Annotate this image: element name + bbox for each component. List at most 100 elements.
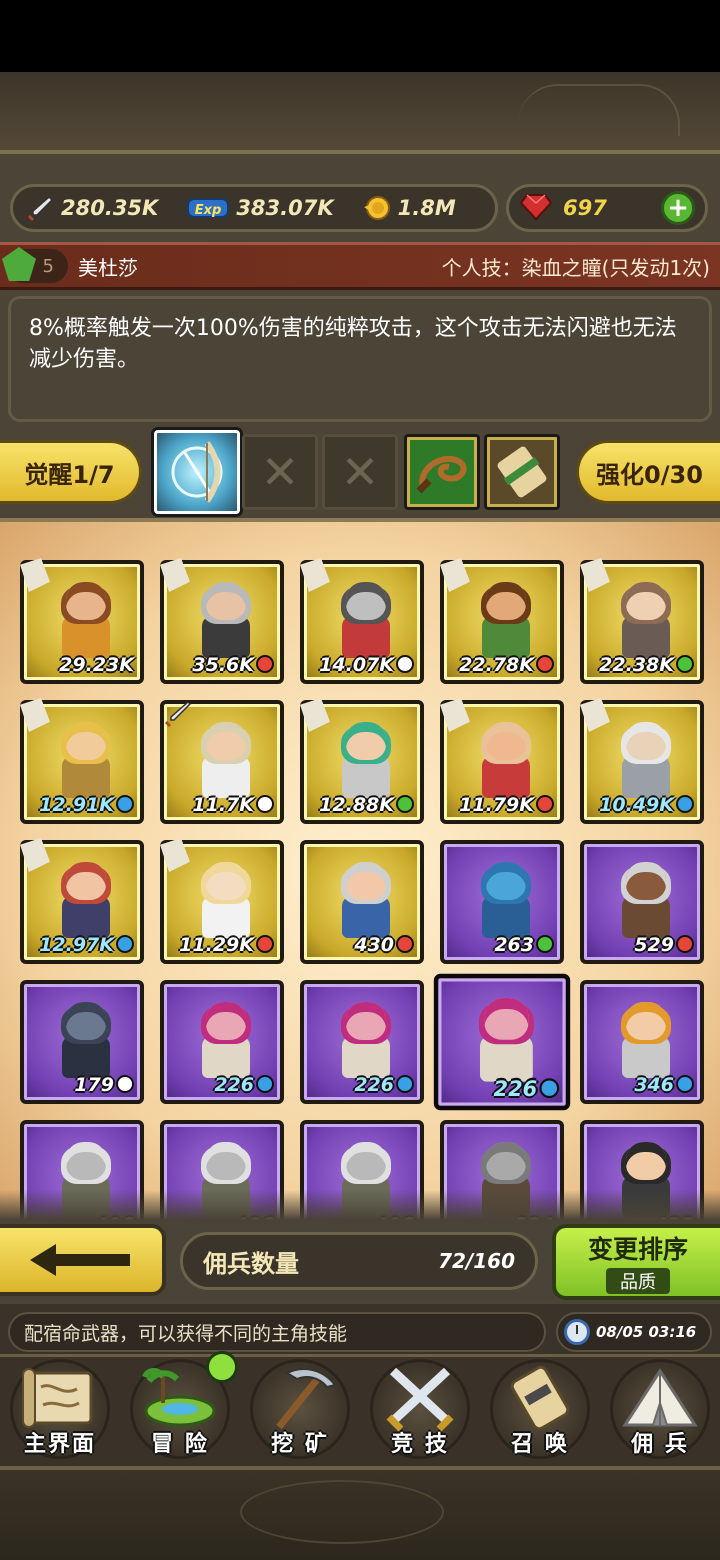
whip-item-slot[interactable] xyxy=(404,434,480,510)
mercenary-card[interactable]: 12.91K xyxy=(20,698,144,824)
exp-icon: Exp xyxy=(186,193,230,223)
mercenary-power: 12.97K xyxy=(39,934,134,956)
mercenary-portrait xyxy=(478,582,534,660)
x-icon: ✕ xyxy=(340,445,380,499)
nav-arena[interactable]: 竞 技 xyxy=(360,1357,480,1466)
x-icon: ✕ xyxy=(260,445,300,499)
mercenary-power: 12.88K xyxy=(319,794,414,816)
class-badge-icon xyxy=(676,1075,694,1093)
class-badge-icon xyxy=(256,655,274,673)
empty-slot-2[interactable]: ✕ xyxy=(322,434,398,510)
class-badge-icon xyxy=(536,935,554,953)
flag-icon xyxy=(580,558,610,592)
empty-slot-1[interactable]: ✕ xyxy=(242,434,318,510)
mercenary-card[interactable]: 10.49K xyxy=(580,698,704,824)
pickaxe-icon xyxy=(255,1361,345,1435)
mercenary-card[interactable]: 346 xyxy=(580,980,704,1104)
mercenary-portrait xyxy=(338,722,394,800)
change-sort-button[interactable]: 变更排序 品质 xyxy=(552,1224,720,1300)
sort-title: 变更排序 xyxy=(587,1235,688,1264)
nav-mercenary-label: 佣 兵 xyxy=(631,1432,689,1457)
nav-adventure-label: 冒 险 xyxy=(151,1432,209,1457)
crossbow-icon xyxy=(171,441,223,503)
mercenary-card[interactable]: 22.78K xyxy=(440,558,564,684)
mercenary-card[interactable]: 11.29K xyxy=(160,838,284,964)
mercenary-card[interactable]: 430 xyxy=(300,840,424,964)
mercenary-power: 10.49K xyxy=(599,794,694,816)
flag-icon xyxy=(20,698,50,732)
mercenary-power: 226 xyxy=(214,1074,274,1096)
mercenary-power: 179 xyxy=(74,1074,134,1096)
mercenary-portrait xyxy=(618,862,674,940)
mercenary-power: 14.07K xyxy=(319,654,414,676)
nav-main-label: 主界面 xyxy=(23,1432,96,1457)
crossed-swords-icon xyxy=(375,1361,465,1435)
back-button[interactable] xyxy=(0,1224,166,1296)
enhance-button[interactable]: 强化0/30 xyxy=(576,440,720,504)
clock: 08/05 03:16 xyxy=(556,1312,712,1352)
map-background-bottom xyxy=(0,1470,720,1560)
bottom-nav: 主界面 冒 险 挖 矿 竞 技 召 唤 佣 兵 xyxy=(0,1351,720,1470)
nav-main[interactable]: 主界面 xyxy=(0,1357,120,1466)
whip-icon xyxy=(416,455,467,494)
class-badge-icon xyxy=(396,1075,414,1093)
mercenary-card[interactable]: 14.07K xyxy=(300,558,424,684)
nav-mercenary[interactable]: 佣 兵 xyxy=(600,1357,720,1466)
mercenary-count-bar: 佣兵数量 72/160 xyxy=(180,1232,538,1290)
mercenary-power: 35.6K xyxy=(192,654,274,676)
nav-summon[interactable]: 召 唤 xyxy=(480,1357,600,1466)
mercenary-card[interactable]: 529 xyxy=(580,840,704,964)
add-gems-button[interactable]: + xyxy=(661,191,695,225)
exp-resource: Exp 383.07K xyxy=(186,193,334,223)
nav-adventure[interactable]: 冒 险 xyxy=(120,1351,240,1466)
svg-text:Exp: Exp xyxy=(195,203,222,218)
resource-bar: 280.35K Exp 383.07K 1.8M xyxy=(10,184,498,232)
mercenary-portrait xyxy=(198,582,254,660)
mercenary-card[interactable]: 29.23K xyxy=(20,558,144,684)
flag-icon xyxy=(440,698,470,732)
mercenary-portrait xyxy=(338,862,394,940)
count-value: 72/160 xyxy=(438,1249,515,1273)
hero-name: 美杜莎 xyxy=(78,255,138,280)
summon-scroll-icon xyxy=(495,1361,585,1435)
flag-icon xyxy=(160,838,190,872)
mercenary-card[interactable]: 35.6K xyxy=(160,558,284,684)
mercenary-card[interactable]: 263 xyxy=(440,840,564,964)
coin-icon xyxy=(362,193,392,223)
gem-value: 697 xyxy=(563,196,607,220)
mercenary-power: 263 xyxy=(494,934,554,956)
awaken-button[interactable]: 觉醒1/7 xyxy=(0,440,142,504)
flag-icon xyxy=(580,698,610,732)
scroll-item-slot[interactable] xyxy=(484,434,560,510)
mercenary-card[interactable]: 12.97K xyxy=(20,838,144,964)
mercenary-card[interactable]: 11.7K xyxy=(160,700,284,824)
mercenary-card[interactable]: 226 xyxy=(433,973,571,1111)
mercenary-card[interactable]: 226 xyxy=(160,980,284,1104)
weapon-slot[interactable] xyxy=(154,430,240,514)
nav-mining[interactable]: 挖 矿 xyxy=(240,1357,360,1466)
skill-description: 8%概率触发一次100%伤害的纯粹攻击，这个攻击无法闪避也无法减少伤害。 xyxy=(8,296,712,422)
mercenary-portrait xyxy=(618,722,674,800)
notification-dot xyxy=(206,1351,238,1383)
mercenary-card[interactable]: 22.38K xyxy=(580,558,704,684)
nav-arena-label: 竞 技 xyxy=(391,1432,449,1457)
map-background-top xyxy=(0,72,720,152)
time-text: 08/05 03:16 xyxy=(596,1323,697,1341)
class-badge-icon xyxy=(116,935,134,953)
mercenary-card[interactable]: 226 xyxy=(300,980,424,1104)
mercenary-card[interactable]: 12.88K xyxy=(300,698,424,824)
mercenary-card[interactable]: 179 xyxy=(20,980,144,1104)
class-badge-icon xyxy=(676,935,694,953)
sword-icon xyxy=(25,193,55,223)
ruby-icon xyxy=(519,191,553,225)
flag-icon xyxy=(160,558,190,592)
class-badge-icon xyxy=(116,1075,134,1093)
mercenary-power: 11.29K xyxy=(179,934,274,956)
mercenary-power: 12.91K xyxy=(39,794,134,816)
attack-resource: 280.35K xyxy=(25,193,158,223)
mercenary-card[interactable]: 11.79K xyxy=(440,698,564,824)
mercenary-power: 529 xyxy=(634,934,694,956)
clock-icon xyxy=(564,1319,590,1345)
mercenary-power: 22.78K xyxy=(459,654,554,676)
mercenary-portrait xyxy=(58,1002,114,1080)
